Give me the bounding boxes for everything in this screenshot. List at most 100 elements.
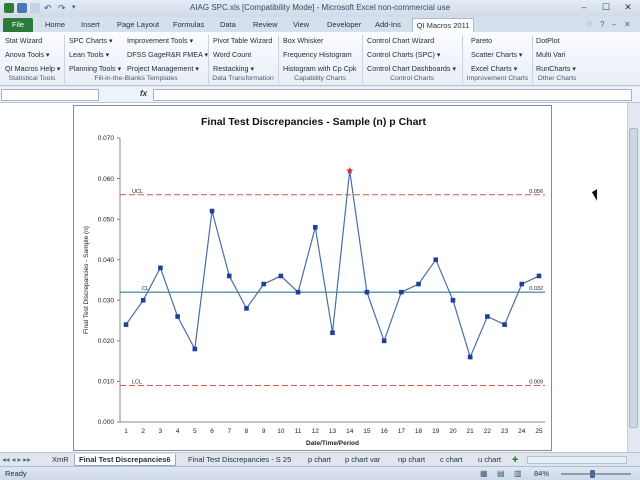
lean-tools-button[interactable]: Lean Tools ▾: [69, 50, 109, 59]
data-point: [364, 289, 370, 295]
x-tick-label: 7: [227, 428, 231, 435]
improvement-tools-button[interactable]: Improvement Tools ▾: [127, 36, 193, 45]
y-tick-label: 0.000: [98, 419, 115, 426]
word-count-button[interactable]: Word Count: [213, 50, 251, 59]
x-tick-label: 8: [245, 428, 249, 435]
group-data-transformation: Data Transformation: [212, 75, 274, 82]
runcharts-button[interactable]: RunCharts ▾: [536, 64, 576, 73]
tab-review[interactable]: Review: [253, 18, 278, 32]
x-tick-label: 3: [159, 428, 163, 435]
pivot-table-wizard-button[interactable]: Pivot Table Wizard: [213, 36, 272, 45]
y-tick-label: 0.060: [98, 176, 115, 183]
tab-formulas[interactable]: Formulas: [173, 18, 204, 32]
tab-home[interactable]: Home: [45, 18, 65, 32]
sheet-tab-u-chart[interactable]: u chart: [478, 454, 501, 466]
sheet-tab-p-chart[interactable]: p chart: [308, 454, 331, 466]
formula-bar: fx: [0, 87, 640, 103]
y-tick-label: 0.050: [98, 216, 115, 223]
minimize-icon[interactable]: –: [573, 0, 595, 16]
tab-view[interactable]: View: [293, 18, 309, 32]
planning-tools-button[interactable]: Planning Tools ▾: [69, 64, 121, 73]
pareto-button[interactable]: Pareto: [471, 36, 492, 45]
multi-vari-button[interactable]: Multi Vari: [536, 50, 565, 59]
insert-function-icon[interactable]: fx: [140, 89, 147, 98]
x-tick-label: 18: [415, 428, 423, 435]
group-other-charts: Other Charts: [537, 75, 577, 82]
histogram-cp-cpk-button[interactable]: Histogram with Cp Cpk: [283, 64, 357, 73]
control-chart-dashboards-button[interactable]: Control Chart Dashboards ▾: [367, 64, 456, 73]
frequency-histogram-button[interactable]: Frequency Histogram: [283, 50, 352, 59]
view-normal-icon[interactable]: ▦: [480, 469, 488, 478]
stat-wizard-button[interactable]: Stat Wizard: [5, 36, 42, 45]
zoom-level[interactable]: 84%: [534, 469, 549, 478]
sheet-tab-p-chart-var[interactable]: p chart var: [345, 454, 380, 466]
data-point: [433, 257, 439, 263]
restacking-button[interactable]: Restacking ▾: [213, 64, 254, 73]
ribbon-minimize-icon[interactable]: –: [612, 20, 616, 29]
control-charts-spc-button[interactable]: Control Charts (SPC) ▾: [367, 50, 441, 59]
zoom-slider[interactable]: [561, 473, 631, 475]
data-point: [381, 338, 387, 344]
tab-page-layout[interactable]: Page Layout: [117, 18, 159, 32]
group-improvement-charts: Improvement Charts: [466, 75, 529, 82]
project-management-button[interactable]: Project Management ▾: [127, 64, 199, 73]
view-page-break-icon[interactable]: ▥: [514, 469, 522, 478]
tab-file[interactable]: File: [3, 18, 33, 32]
sheet-tab-xmr[interactable]: XmR: [52, 454, 69, 466]
sheet-tab-final-test-6[interactable]: Final Test Discrepancies6: [74, 454, 176, 466]
excel-charts-button[interactable]: Excel Charts ▾: [471, 64, 517, 73]
x-tick-label: 17: [398, 428, 406, 435]
sheet-nav-icon[interactable]: ◂◂ ◂ ▸ ▸▸: [2, 454, 31, 466]
box-whisker-button[interactable]: Box Whisker: [283, 36, 323, 45]
x-tick-label: 12: [312, 428, 320, 435]
group-control-charts: Control Charts: [390, 75, 434, 82]
horizontal-scrollbar[interactable]: [527, 456, 627, 464]
y-axis-label: Final Test Discrepancies - Sample (n): [83, 226, 90, 334]
lcl-value: 0.009: [529, 379, 543, 385]
data-point: [140, 297, 146, 303]
help-question-icon[interactable]: ?: [600, 20, 604, 29]
control-chart-wizard-button[interactable]: Control Chart Wizard: [367, 36, 434, 45]
zoom-slider-handle[interactable]: [590, 470, 595, 478]
data-point: [536, 273, 542, 279]
chart-object[interactable]: Final Test Discrepancies - Sample (n) p …: [73, 105, 552, 451]
x-tick-label: 11: [295, 428, 302, 435]
dotplot-button[interactable]: DotPlot: [536, 36, 560, 45]
sheet-tab-np-chart[interactable]: np chart: [398, 454, 425, 466]
view-page-layout-icon[interactable]: ▤: [497, 469, 505, 478]
dfss-gage-fmea-button[interactable]: DFSS GageR&R FMEA ▾: [127, 50, 208, 59]
data-point: [502, 322, 507, 327]
data-point: [244, 306, 249, 311]
close-icon[interactable]: ✕: [617, 0, 639, 16]
title-bar: ↶ ↷ ▾ AIAG SPC.xls [Compatibility Mode] …: [0, 0, 640, 17]
sheet-tab-c-chart[interactable]: c chart: [440, 454, 463, 466]
tab-qi-macros[interactable]: QI Macros 2011: [412, 18, 474, 32]
tab-insert[interactable]: Insert: [81, 18, 100, 32]
scatter-charts-button[interactable]: Scatter Charts ▾: [471, 50, 523, 59]
x-tick-label: 20: [449, 428, 457, 435]
qi-macros-help-button[interactable]: QI Macros Help ▾: [5, 64, 61, 73]
maximize-icon[interactable]: ☐: [595, 0, 617, 16]
x-tick-label: 9: [262, 428, 266, 435]
name-box[interactable]: [1, 89, 99, 101]
tab-add-ins[interactable]: Add-Ins: [375, 18, 401, 32]
data-point: [416, 281, 421, 287]
insert-sheet-icon[interactable]: ✚: [512, 454, 518, 466]
formula-input[interactable]: [153, 89, 632, 101]
data-point: [175, 314, 180, 319]
ribbon-close-icon[interactable]: ✕: [624, 20, 631, 29]
group-separator: [278, 35, 279, 84]
spc-charts-button[interactable]: SPC Charts ▾: [69, 36, 113, 45]
sheet-tab-final-test-s25[interactable]: Final Test Discrepancies - S 25: [188, 454, 291, 466]
group-separator: [462, 35, 463, 84]
vertical-scrollbar-thumb[interactable]: [629, 128, 638, 428]
y-tick-label: 0.070: [98, 135, 115, 142]
tab-developer[interactable]: Developer: [327, 18, 361, 32]
help-icon[interactable]: ♢: [586, 20, 593, 29]
x-tick-label: 14: [346, 428, 354, 435]
x-tick-label: 24: [518, 428, 526, 435]
tab-data[interactable]: Data: [220, 18, 236, 32]
ribbon-tab-row: File Home Insert Page Layout Formulas Da…: [0, 17, 640, 32]
x-tick-label: 4: [176, 428, 180, 435]
anova-tools-button[interactable]: Anova Tools ▾: [5, 50, 50, 59]
